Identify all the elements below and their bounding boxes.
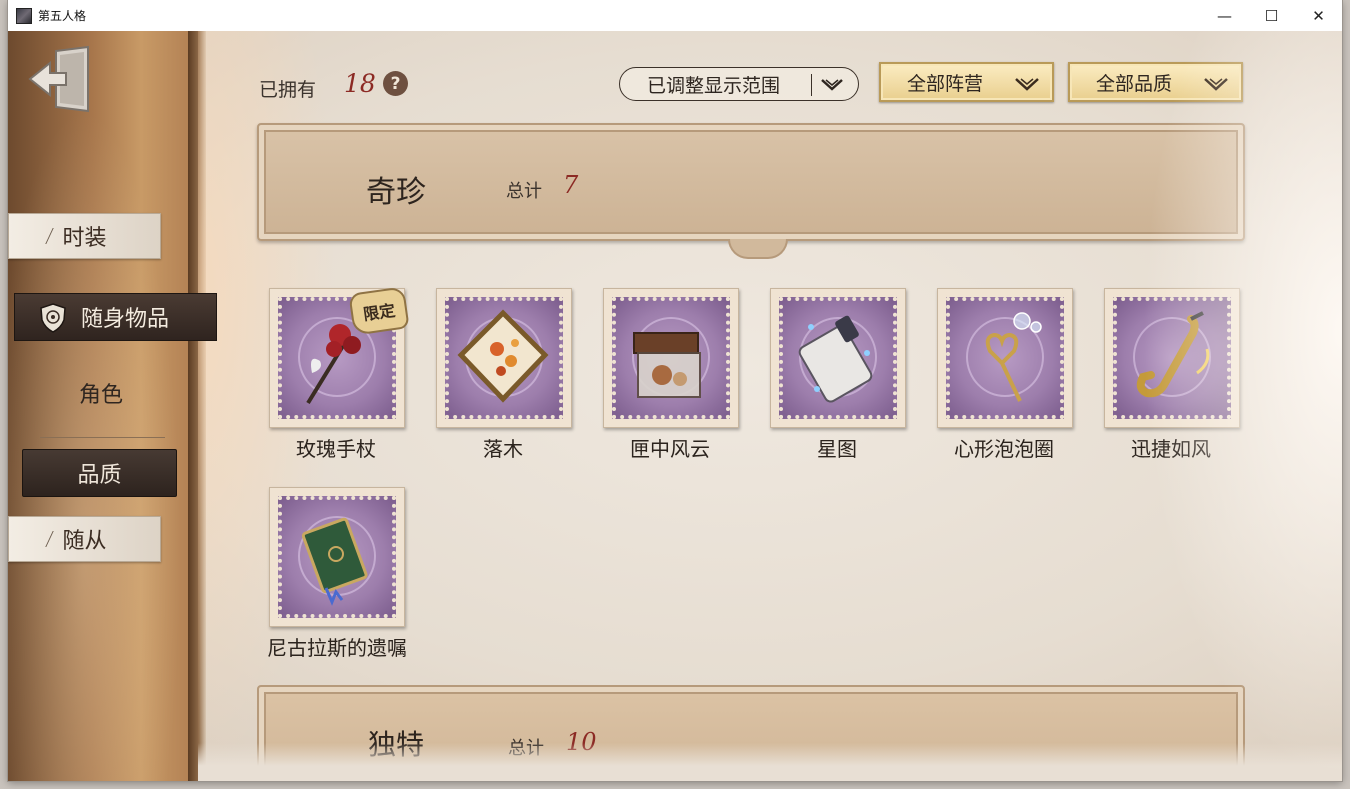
tab-accessories-label: 随身物品 [81, 307, 170, 332]
heart-bubble-wand-icon [985, 312, 1042, 402]
falling-leaves-frame-icon [457, 309, 549, 403]
item-card[interactable]: 限定 玫瑰手杖 [261, 286, 411, 468]
category-total-label: 总计 [506, 181, 542, 202]
item-card[interactable]: 星图 [762, 288, 912, 468]
sidebar-divider [40, 437, 165, 438]
page-edge [188, 31, 206, 781]
star-chart-scroll-icon [798, 315, 873, 403]
item-card[interactable]: 心形泡泡圈 [929, 288, 1079, 468]
tab-companion[interactable]: 随从 [8, 516, 161, 562]
item-stamp [603, 288, 739, 428]
item-name: 玫瑰手杖 [296, 437, 376, 461]
chevron-down-icon [1015, 78, 1039, 91]
item-name: 匣中风云 [630, 437, 710, 461]
item-name: 星图 [817, 437, 857, 461]
owned-count: 18 [344, 69, 376, 98]
help-icon[interactable]: ? [383, 71, 408, 96]
item-stamp [436, 288, 572, 428]
tab-quality[interactable]: 品质 [22, 449, 177, 497]
treasure-box-icon [633, 332, 701, 398]
item-name: 心形泡泡圈 [954, 437, 1054, 461]
category-total: 7 [563, 171, 579, 199]
item-card[interactable]: 迅捷如风 [1096, 288, 1246, 468]
chevron-down-icon [1204, 78, 1228, 91]
window-title: 第五人格 [38, 9, 87, 23]
tab-companion-label: 随从 [62, 529, 107, 554]
tab-fashion-label: 时装 [62, 226, 107, 251]
tab-accessories[interactable]: 随身物品 [14, 293, 217, 341]
game-viewport: 时装 随身物品 角色 品质 随从 已拥有 18 ? 已调整显示范围 全部阵营 全… [8, 31, 1342, 781]
display-range-dropdown[interactable]: 已调整显示范围 [619, 67, 859, 101]
item-stamp [937, 288, 1073, 428]
chevron-down-icon [821, 79, 843, 91]
title-bar: 第五人格 — ☐ ✕ [8, 0, 1342, 31]
item-card[interactable]: 匣中风云 [595, 288, 745, 468]
item-card[interactable]: 落木 [428, 288, 578, 468]
dropdown-separator [811, 74, 812, 96]
limited-badge: 限定 [348, 286, 410, 336]
tab-quality-label: 品质 [77, 463, 122, 488]
tab-fashion[interactable]: 时装 [8, 213, 161, 259]
green-book-icon [301, 517, 368, 606]
banner-notch [728, 239, 788, 259]
item-name: 迅捷如风 [1131, 437, 1211, 461]
close-button[interactable]: ✕ [1295, 0, 1342, 31]
game-window: 第五人格 — ☐ ✕ 时装 随身物品 角色 品质 随从 已拥有 18 ? 已调整… [8, 0, 1342, 781]
owned-label: 已拥有 [259, 79, 317, 101]
item-stamp [770, 288, 906, 428]
scroll-fade [198, 743, 1342, 781]
camp-filter-label: 全部阵营 [907, 72, 984, 95]
tab-character-label: 角色 [78, 383, 123, 408]
camp-filter-dropdown[interactable]: 全部阵营 [879, 62, 1054, 102]
shield-emblem-icon [40, 303, 66, 333]
quality-filter-label: 全部品质 [1096, 72, 1173, 95]
item-name: 落木 [483, 437, 523, 461]
saxophone-icon [1136, 311, 1210, 398]
category-title: 奇珍 [366, 175, 426, 210]
minimize-button[interactable]: — [1201, 0, 1248, 31]
exit-door-icon[interactable] [26, 43, 98, 115]
tab-character[interactable]: 角色 [26, 371, 176, 415]
display-range-label: 已调整显示范围 [647, 74, 781, 97]
item-stamp [269, 487, 405, 627]
window-controls: — ☐ ✕ [1201, 0, 1342, 31]
item-stamp [1104, 288, 1240, 428]
item-name: 尼古拉斯的遗嘱 [267, 636, 407, 660]
maximize-button[interactable]: ☐ [1248, 0, 1295, 31]
app-icon [16, 7, 32, 24]
quality-filter-dropdown[interactable]: 全部品质 [1068, 62, 1243, 102]
item-card[interactable]: 尼古拉斯的遗嘱 [261, 487, 421, 667]
